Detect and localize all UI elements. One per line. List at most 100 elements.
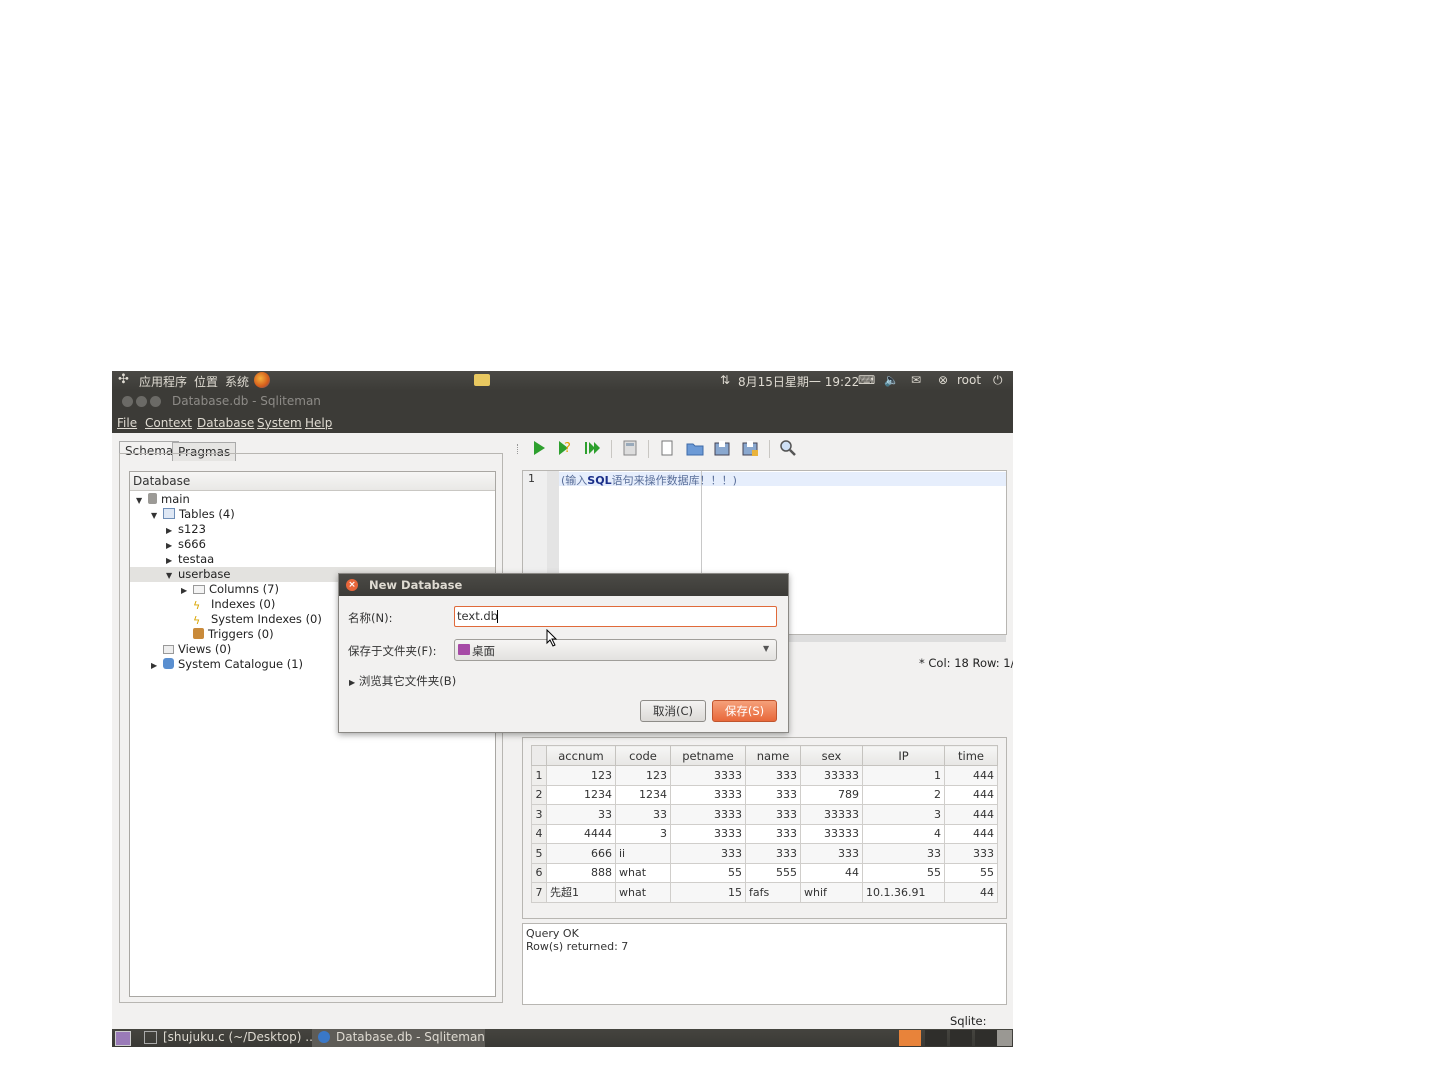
row-number[interactable]: 7 bbox=[531, 882, 547, 903]
row-number[interactable]: 1 bbox=[531, 765, 547, 786]
new-file-icon[interactable] bbox=[658, 439, 676, 457]
row-number[interactable]: 3 bbox=[531, 804, 547, 825]
column-header-accnum[interactable]: accnum bbox=[546, 745, 616, 766]
tree-node-s666[interactable]: ▶ s666 bbox=[166, 537, 206, 552]
placeholder-keyword: SQL bbox=[587, 474, 612, 487]
run-icon[interactable] bbox=[530, 439, 548, 457]
workspace-2[interactable] bbox=[925, 1030, 947, 1046]
tree-label: s123 bbox=[178, 522, 206, 536]
save-icon[interactable] bbox=[713, 439, 731, 457]
tree-node-system-catalogue[interactable]: ▶ System Catalogue (1) bbox=[151, 657, 303, 672]
search-icon[interactable] bbox=[779, 439, 797, 457]
expanded-icon[interactable]: ▼ bbox=[166, 571, 178, 580]
row-number[interactable]: 4 bbox=[531, 823, 547, 844]
volume-icon[interactable]: 🔈 bbox=[884, 373, 899, 387]
table-row[interactable]: 6 888 what 55 555 44 55 55 bbox=[531, 862, 998, 883]
ubuntu-logo-icon[interactable]: ✣ bbox=[118, 372, 129, 387]
message-box[interactable]: Query OK Row(s) returned: 7 bbox=[522, 923, 1007, 1005]
save-as-icon[interactable] bbox=[741, 439, 759, 457]
notes-icon[interactable] bbox=[474, 374, 490, 386]
tree-node-views[interactable]: Views (0) bbox=[163, 642, 231, 657]
clock[interactable]: 8月15日星期一 19:22 bbox=[738, 373, 859, 390]
collapsed-icon[interactable]: ▶ bbox=[166, 526, 178, 535]
cancel-button[interactable]: 取消(C) bbox=[640, 700, 706, 722]
workspace-4[interactable] bbox=[975, 1030, 997, 1046]
workspace-1[interactable] bbox=[899, 1030, 921, 1046]
system-menu[interactable]: 系统 bbox=[225, 373, 249, 390]
expanded-icon[interactable]: ▼ bbox=[151, 511, 163, 520]
calculator-icon[interactable] bbox=[621, 439, 639, 457]
workspace-3[interactable] bbox=[950, 1030, 972, 1046]
folder-select[interactable]: 桌面 ▼ bbox=[454, 639, 777, 661]
column-header-ip[interactable]: IP bbox=[862, 745, 945, 766]
show-desktop-icon[interactable] bbox=[115, 1031, 131, 1046]
column-header-petname[interactable]: petname bbox=[670, 745, 746, 766]
column-header-name[interactable]: name bbox=[745, 745, 801, 766]
lightning-icon: ϟ bbox=[193, 599, 201, 612]
collapsed-icon[interactable]: ▶ bbox=[151, 661, 163, 670]
browse-label: 浏览其它文件夹(B) bbox=[358, 674, 457, 688]
table-cell: fafs bbox=[745, 882, 801, 903]
table-cell: 55 bbox=[670, 862, 746, 883]
maximize-icon[interactable] bbox=[150, 396, 161, 407]
tree-node-main[interactable]: ▼ main bbox=[136, 492, 190, 507]
save-button[interactable]: 保存(S) bbox=[712, 700, 777, 722]
run-script-icon[interactable] bbox=[584, 439, 602, 457]
column-header-code[interactable]: code bbox=[615, 745, 671, 766]
menu-help[interactable]: Help bbox=[305, 416, 332, 430]
power-icon[interactable]: ⏻ bbox=[993, 373, 1003, 388]
table-row[interactable]: 4 4444 3 3333 333 33333 4 444 bbox=[531, 823, 998, 844]
keyboard-icon[interactable]: ⌨ bbox=[858, 373, 875, 387]
collapsed-icon[interactable]: ▶ bbox=[181, 586, 193, 595]
menu-system[interactable]: System bbox=[257, 416, 302, 430]
column-header-time[interactable]: time bbox=[944, 745, 998, 766]
table-row[interactable]: 2 1234 1234 3333 333 789 2 444 bbox=[531, 784, 998, 805]
column-header-sex[interactable]: sex bbox=[800, 745, 863, 766]
network-icon[interactable]: ⇅ bbox=[720, 373, 730, 387]
collapsed-icon[interactable]: ▶ bbox=[166, 541, 178, 550]
table-cell: 333 bbox=[745, 823, 801, 844]
table-row[interactable]: 3 33 33 3333 333 33333 3 444 bbox=[531, 804, 998, 825]
tree-node-testaa[interactable]: ▶ testaa bbox=[166, 552, 214, 567]
table-row[interactable]: 1 123 123 3333 333 33333 1 444 bbox=[531, 765, 998, 786]
open-folder-icon[interactable] bbox=[686, 439, 704, 457]
mail-icon[interactable]: ✉ bbox=[911, 373, 921, 387]
taskbar-item-sqliteman[interactable]: Database.db - Sqliteman bbox=[312, 1029, 485, 1047]
browse-expander[interactable]: ▶ 浏览其它文件夹(B) bbox=[349, 673, 456, 689]
table-row[interactable]: 7 先超1 what 15 fafs whif 10.1.36.91 44 bbox=[531, 882, 998, 903]
tree-node-s123[interactable]: ▶ s123 bbox=[166, 522, 206, 537]
applications-menu[interactable]: 应用程序 bbox=[139, 373, 187, 390]
table-cell: 123 bbox=[615, 765, 671, 786]
schema-tree[interactable]: Database ▼ main ▼ Tables (4) ▶ s123 ▶ s666 ▶… bbox=[129, 471, 496, 997]
expanded-icon[interactable]: ▼ bbox=[136, 496, 148, 505]
toolbar-handle[interactable] bbox=[517, 444, 522, 454]
row-number[interactable]: 5 bbox=[531, 843, 547, 864]
minimize-icon[interactable] bbox=[136, 396, 147, 407]
tree-node-triggers[interactable]: Triggers (0) bbox=[193, 627, 274, 642]
close-icon[interactable] bbox=[122, 396, 133, 407]
table-row[interactable]: 5 666 ii 333 333 333 33 333 bbox=[531, 843, 998, 864]
close-icon[interactable]: × bbox=[346, 579, 358, 591]
taskbar-label: [shujuku.c (~/Desktop) ... bbox=[163, 1030, 317, 1044]
row-number[interactable]: 2 bbox=[531, 784, 547, 805]
sql-placeholder[interactable]: (输入SQL语句来操作数据库！！！) bbox=[561, 472, 737, 488]
row-number[interactable]: 6 bbox=[531, 862, 547, 883]
taskbar-item-terminal[interactable]: [shujuku.c (~/Desktop) ... bbox=[141, 1030, 317, 1046]
tree-node-system-indexes[interactable]: ϟ System Indexes (0) bbox=[193, 612, 322, 627]
trash-icon[interactable] bbox=[997, 1030, 1012, 1046]
tree-node-indexes[interactable]: ϟ Indexes (0) bbox=[193, 597, 275, 612]
name-field[interactable]: text.db bbox=[454, 606, 777, 627]
explain-icon[interactable]: ? bbox=[556, 439, 574, 457]
menu-database[interactable]: Database bbox=[197, 416, 254, 430]
table-cell: 789 bbox=[800, 784, 863, 805]
menu-context[interactable]: Context bbox=[145, 416, 192, 430]
places-menu[interactable]: 位置 bbox=[194, 373, 218, 390]
result-table[interactable]: accnum code petname name sex IP time 1 123 123 33… bbox=[531, 745, 998, 903]
menu-file[interactable]: File bbox=[117, 416, 137, 430]
tree-node-columns[interactable]: ▶ Columns (7) bbox=[181, 582, 279, 597]
tree-node-tables[interactable]: ▼ Tables (4) bbox=[151, 507, 235, 522]
user-name[interactable]: root bbox=[957, 373, 981, 387]
firefox-icon[interactable] bbox=[254, 372, 270, 388]
table-cell: 555 bbox=[745, 862, 801, 883]
collapsed-icon[interactable]: ▶ bbox=[166, 556, 178, 565]
